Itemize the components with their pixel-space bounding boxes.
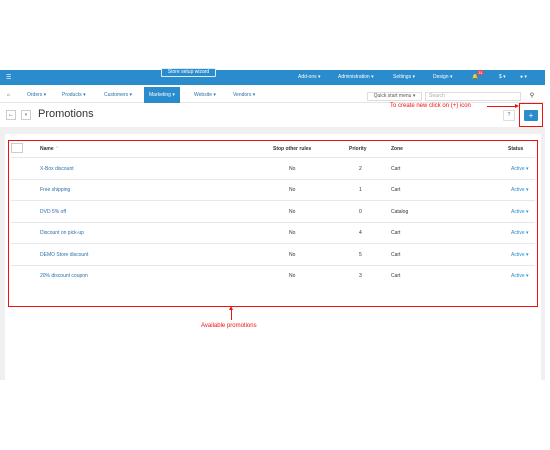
notification-badge: 31 xyxy=(477,70,484,75)
search-icon[interactable]: ⚲ xyxy=(527,92,537,101)
add-hint-annotation: To create new click on (+) icon xyxy=(390,103,471,109)
menu-icon[interactable]: ☰ xyxy=(6,74,11,81)
user-icon[interactable]: ● ▾ xyxy=(520,74,527,80)
nav-marketing[interactable]: Marketing ▾ xyxy=(144,87,180,103)
topmenu-addons[interactable]: Add-ons ▾ xyxy=(298,74,321,80)
nav-products[interactable]: Products ▾ xyxy=(62,87,86,103)
available-promotions-highlight xyxy=(8,140,538,307)
nav-orders[interactable]: Orders ▾ xyxy=(27,87,46,103)
nav-website[interactable]: Website ▾ xyxy=(194,87,216,103)
back-button[interactable]: ← xyxy=(6,110,16,120)
top-admin-bar: ☰ Add-ons ▾ Administration ▾ Settings ▾ … xyxy=(0,70,545,85)
nav-customers[interactable]: Customers ▾ xyxy=(104,87,132,103)
topmenu-settings[interactable]: Settings ▾ xyxy=(393,74,415,80)
search-input[interactable]: Search xyxy=(425,92,521,101)
nav-vendors[interactable]: Vendors ▾ xyxy=(233,87,255,103)
chevron-down-icon[interactable]: ▾ xyxy=(21,110,31,120)
currency-menu[interactable]: $ ▾ xyxy=(499,74,506,80)
quick-start-menu[interactable]: Quick start menu ▾ xyxy=(367,92,422,101)
add-button-highlight xyxy=(519,103,543,127)
available-promotions-arrow xyxy=(229,306,233,320)
topmenu-administration[interactable]: Administration ▾ xyxy=(338,74,374,80)
app-window: ☰ Add-ons ▾ Administration ▾ Settings ▾ … xyxy=(0,0,550,450)
store-setup-wizard-button[interactable]: Store setup wizard xyxy=(161,68,216,77)
help-button[interactable]: ? xyxy=(503,110,515,121)
home-icon[interactable]: ⌂ xyxy=(7,87,10,103)
page-title: Promotions xyxy=(38,108,94,120)
available-promotions-annotation: Available promotions xyxy=(201,323,257,329)
add-hint-arrow xyxy=(487,104,519,108)
topmenu-design[interactable]: Design ▾ xyxy=(433,74,452,80)
